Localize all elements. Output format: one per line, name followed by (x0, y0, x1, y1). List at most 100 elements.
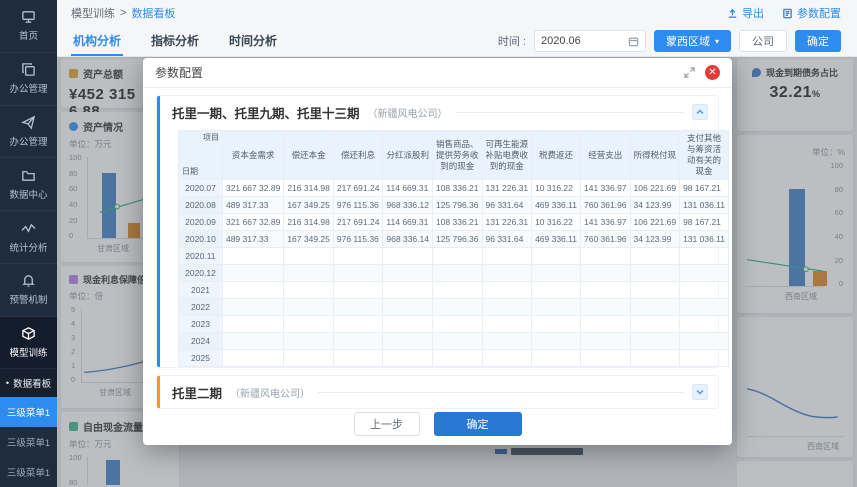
sidebar-item-datacenter[interactable]: 数据中心 (0, 158, 57, 212)
breadcrumb-parent[interactable]: 模型训练 (71, 5, 115, 21)
sidebar-subitem-level3-1[interactable]: 三级菜单1 (0, 397, 57, 428)
column-header: 销售商品、提供劳务收到的现金 (431, 129, 483, 181)
sidebar-item-statistics[interactable]: 统计分析 (0, 211, 57, 264)
table-cell: 321 667 32.89 (221, 179, 285, 198)
table-cell: 141 336.97 (579, 179, 631, 198)
time-input[interactable]: 2020.06 (533, 30, 646, 52)
table-cell: 760 361.96 (579, 196, 631, 215)
sidebar-item-model-training[interactable]: 模型训练 (0, 316, 57, 370)
folder-icon (22, 170, 35, 181)
breadcrumb-current: 数据看板 (131, 8, 176, 20)
row-date: 2020.12 (178, 264, 223, 283)
table-cell: 125 796.36 (431, 196, 483, 215)
column-header: 可再生能源补贴电费收到的现金 (481, 129, 533, 181)
table-cell: 98 167.21 (679, 179, 729, 198)
table-row: 2024 (178, 332, 729, 351)
table-cell: 760 361.96 (579, 230, 631, 249)
table-cell (579, 315, 631, 334)
sidebar-subitem-level3-2[interactable]: 三级菜单1 (0, 427, 57, 457)
table-cell: 216 314.98 (283, 179, 334, 198)
collapse-chevron-up-icon[interactable] (692, 104, 708, 120)
table-cell (679, 349, 729, 368)
topbar-confirm-button[interactable]: 确定 (795, 30, 841, 52)
table-cell (679, 264, 729, 283)
table-cell: 131 036.11 (679, 230, 729, 249)
table-cell (531, 315, 581, 334)
table-cell (679, 332, 729, 351)
table-cell (531, 349, 581, 368)
table-cell: 108 336.21 (431, 213, 483, 232)
table-cell: 34 123.99 (629, 196, 681, 215)
breadcrumb-separator: > (120, 7, 127, 19)
tab-organization-analysis[interactable]: 机构分析 (71, 26, 124, 56)
close-icon[interactable]: ✕ (705, 65, 720, 80)
table-cell (629, 281, 681, 300)
table-cell: 114 669.31 (382, 213, 433, 232)
table-cell (431, 315, 483, 334)
modal-body: 托里一期、托里九期、托里十三期 （新疆风电公司） 项目 日期 资本金需求 偿还本… (143, 88, 732, 409)
table-cell: 489 317.33 (221, 196, 285, 215)
analysis-tabs: 机构分析 指标分析 时间分析 (71, 26, 279, 56)
sidebar-item-label: 办公管理 (9, 136, 48, 148)
expand-icon[interactable] (684, 67, 695, 78)
table-cell (579, 281, 631, 300)
table-cell (481, 298, 533, 317)
sidebar-subitem-label: 三级菜单1 (6, 468, 51, 480)
main-area: 模型训练 > 数据看板 导出 参数配置 机构分析 指标分析 时间分析 时间: … (57, 0, 857, 487)
table-cell (481, 315, 533, 334)
table-cell: 96 331.64 (481, 196, 533, 215)
table-row: 2025 (178, 349, 729, 368)
tab-time-analysis[interactable]: 时间分析 (227, 26, 279, 56)
sidebar-subitem-label: 三级菜单1 (6, 438, 51, 450)
table-cell (221, 315, 285, 334)
table-cell: 469 336.11 (531, 196, 581, 215)
region-select-button[interactable]: 蒙西区域 ▾ (653, 30, 731, 52)
sidebar-item-office-2[interactable]: 办公管理 (0, 106, 57, 159)
table-cell: 167 349.25 (283, 196, 334, 215)
monitor-icon (22, 11, 35, 24)
table-cell (332, 349, 384, 368)
table-cell (431, 264, 483, 283)
sidebar-item-office-1[interactable]: 办公管理 (0, 53, 57, 106)
column-header: 支付其他与筹资活动有关的现金 (679, 129, 729, 181)
divider (318, 391, 684, 393)
table-cell: 108 336.21 (431, 179, 483, 198)
sidebar-subitem-level3-3[interactable]: 三级菜单1 (0, 457, 57, 487)
table-cell (382, 315, 433, 334)
table-cell: 469 336.11 (531, 230, 581, 249)
param-config-button[interactable]: 参数配置 (782, 5, 841, 21)
table-cell: 131 226.31 (481, 213, 533, 232)
table-cell (382, 264, 433, 283)
table-cell (221, 264, 285, 283)
table-cell (382, 247, 433, 266)
table-cell (431, 247, 483, 266)
export-button[interactable]: 导出 (727, 5, 764, 21)
section-company: （新疆风电公司） (367, 108, 448, 120)
tab-indicator-analysis[interactable]: 指标分析 (149, 26, 201, 56)
send-icon (21, 115, 36, 130)
table-cell: 489 317.33 (221, 230, 285, 249)
table-cell (481, 349, 533, 368)
table-cell (283, 349, 334, 368)
table-cell (382, 298, 433, 317)
table-cell (332, 298, 384, 317)
sidebar-item-home[interactable]: 首页 (0, 0, 57, 53)
table-row: 2020.12 (178, 264, 729, 283)
project-section-1: 托里一期、托里九期、托里十三期 （新疆风电公司） 项目 日期 资本金需求 偿还本… (157, 96, 729, 368)
expand-chevron-down-icon[interactable] (692, 384, 708, 401)
sidebar-item-label: 预警机制 (9, 295, 48, 307)
row-date: 2022 (178, 298, 223, 317)
table-row: 2020.09 321 667 32.89 216 314.98 217 691.24… (178, 213, 729, 232)
table-cell (579, 332, 631, 351)
previous-step-button[interactable]: 上一步 (353, 412, 420, 436)
table-row: 2020.07 321 667 32.89 216 314.98 217 691.24… (178, 179, 729, 198)
row-date: 2021 (178, 281, 223, 300)
modal-confirm-button[interactable]: 确定 (433, 412, 522, 436)
sidebar-item-warning[interactable]: 预警机制 (0, 264, 57, 317)
company-button[interactable]: 公司 (739, 30, 787, 52)
column-header: 经营支出 (579, 129, 631, 181)
sidebar-subitem-dashboard[interactable]: 数据看板 (0, 369, 57, 398)
table-cell (579, 298, 631, 317)
table-cell (531, 332, 581, 351)
table-cell: 125 796.36 (431, 230, 483, 249)
